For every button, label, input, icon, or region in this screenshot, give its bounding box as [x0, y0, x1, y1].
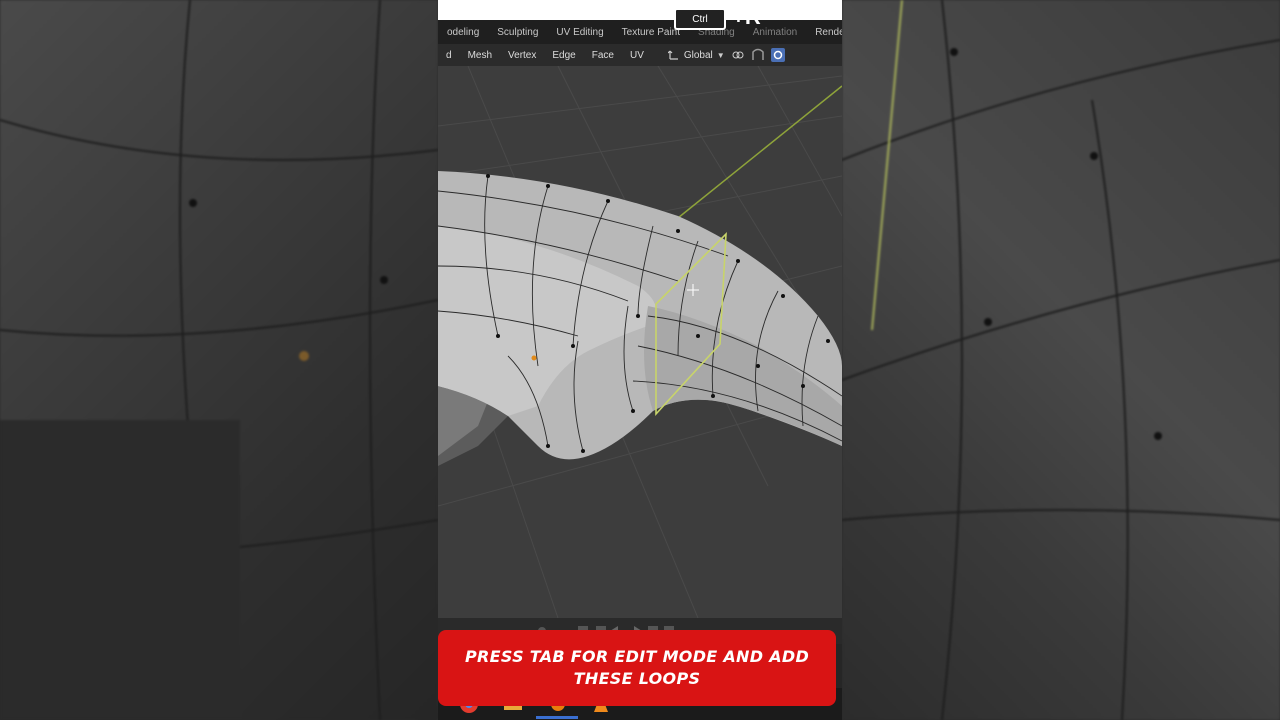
workspace-tabs: odeling Sculpting UV Editing Texture Pai…	[438, 20, 842, 44]
blender-window: odeling Sculpting UV Editing Texture Pai…	[438, 0, 842, 720]
menu-uv[interactable]: UV	[622, 50, 652, 61]
menu-vertex[interactable]: Vertex	[500, 50, 544, 61]
chevron-down-icon: ▼	[716, 50, 725, 60]
blurred-background-left	[0, 0, 438, 720]
move-icon	[667, 50, 678, 60]
tab-sculpting[interactable]: Sculpting	[488, 27, 547, 38]
caption-text: PRESS TAB FOR EDIT MODE AND ADD THESE LO…	[464, 647, 810, 688]
menu-edge[interactable]: Edge	[544, 50, 583, 61]
menu-face[interactable]: Face	[584, 50, 622, 61]
menu-mesh[interactable]: Mesh	[460, 50, 500, 61]
3d-viewport[interactable]	[438, 65, 842, 619]
origin-point	[531, 355, 537, 361]
proportional-icon[interactable]	[770, 48, 785, 62]
blurred-mesh-right	[842, 0, 1280, 720]
menu-add[interactable]: d	[438, 50, 460, 61]
viewport-canvas[interactable]	[438, 65, 842, 619]
top-white-bar	[438, 0, 842, 20]
tab-rendering[interactable]: Rendering	[806, 27, 842, 38]
shortcut-plus-r: +R	[732, 4, 761, 29]
editor-menubar: d Mesh Vertex Edge Face UV Global ▼	[438, 44, 842, 66]
tab-uv-editing[interactable]: UV Editing	[547, 27, 612, 38]
snap-icon[interactable]	[751, 48, 765, 62]
blurred-background-right	[842, 0, 1280, 720]
tab-modeling[interactable]: odeling	[438, 27, 488, 38]
blurred-mesh-left	[0, 0, 438, 720]
caption-banner: PRESS TAB FOR EDIT MODE AND ADD THESE LO…	[438, 630, 836, 706]
shortcut-key-ctrl: Ctrl	[674, 8, 726, 30]
transform-orientation-dropdown[interactable]: Global ▼	[667, 49, 725, 61]
orientation-label: Global	[683, 49, 713, 61]
link-icon[interactable]	[731, 48, 745, 62]
